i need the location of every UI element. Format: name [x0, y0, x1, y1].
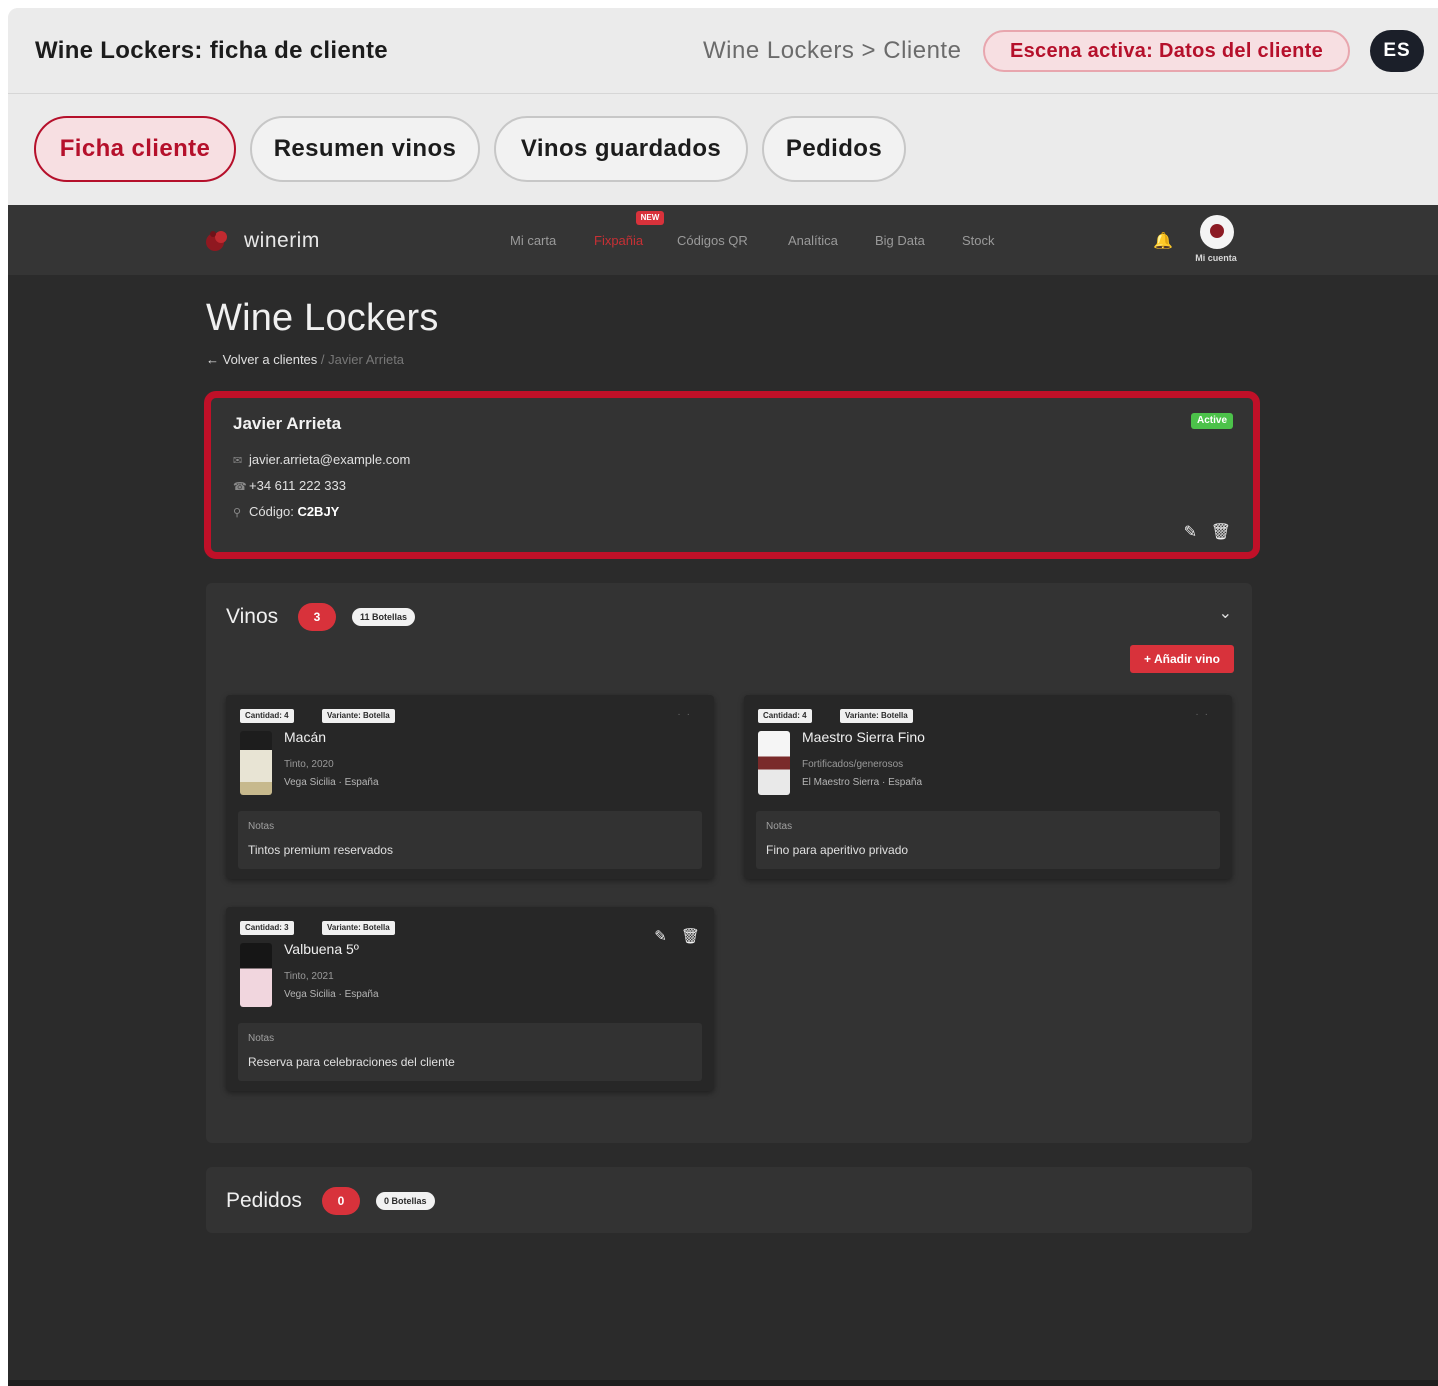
tab-bar: Ficha cliente Resumen vinos Vinos guarda… [8, 95, 1438, 205]
notes-label: Notas [248, 821, 275, 832]
trash-icon[interactable]: 🗑 [1211, 522, 1231, 542]
wine-type: Tinto, 2020 [284, 759, 334, 770]
app-page-title: Wine Lockers [206, 297, 439, 339]
tab-vinos-guardados[interactable]: Vinos guardados [494, 116, 748, 182]
variant-tag: Variante: Botella [322, 709, 395, 723]
client-phone[interactable]: +34 611 222 333 [249, 478, 346, 493]
scene-header: Wine Lockers: ficha de cliente Wine Lock… [8, 8, 1438, 94]
wine-notes: Notas Fino para aperitivo privado [756, 811, 1220, 869]
active-scene-badge: Escena activa: Datos del cliente [983, 30, 1350, 72]
key-icon: ⚲ [233, 507, 242, 519]
trash-icon[interactable]: 🗑 [681, 928, 700, 945]
add-wine-button[interactable]: + Añadir vino [1130, 645, 1234, 673]
winerim-logo-icon [206, 231, 227, 251]
phone-icon: ☎ [233, 481, 247, 493]
variant-tag: Variante: Botella [840, 709, 913, 723]
variant-tag: Variante: Botella [322, 921, 395, 935]
breadcrumb-separator: / [320, 352, 325, 367]
app-screenshot: winerim Mi carta NEW Fixpañia Códigos QR… [8, 205, 1438, 1386]
wine-name: Macán [284, 729, 327, 745]
client-name: Javier Arrieta [233, 414, 342, 433]
orders-count-badge: 0 [322, 1187, 360, 1215]
nav-analitica[interactable]: Analítica [788, 233, 838, 248]
notes-label: Notas [248, 1033, 275, 1044]
wine-name: Maestro Sierra Fino [802, 729, 925, 745]
wine-type: Fortificados/generosos [802, 759, 904, 770]
wines-section-title[interactable]: Vinos [226, 605, 278, 629]
back-to-clients-link[interactable]: Volver a clientes [223, 352, 318, 367]
client-email-row: ✉ javier.arrieta@example.com [233, 452, 410, 467]
orders-section: Pedidos 0 0 Botellas [206, 1167, 1252, 1233]
wines-section: Vinos 3 11 Botellas ⌄ + Añadir vino Cant… [206, 583, 1252, 1143]
wine-bottle-image [758, 731, 790, 795]
account-label[interactable]: Mi cuenta [1186, 253, 1246, 263]
notes-label: Notas [766, 821, 793, 832]
bottom-edge [8, 1380, 1438, 1386]
client-code-row: ⚲ Código: C2BJY [233, 504, 339, 519]
account-avatar[interactable] [1200, 215, 1234, 249]
wine-notes: Notas Reserva para celebraciones del cli… [238, 1023, 702, 1081]
client-code-label: Código: [249, 504, 294, 519]
notes-text: Fino para aperitivo privado [766, 843, 909, 857]
app-logo-text[interactable]: winerim [244, 229, 320, 253]
notes-text: Reserva para celebraciones del cliente [248, 1055, 455, 1069]
wine-bottle-image [240, 943, 272, 1007]
client-email[interactable]: javier.arrieta@example.com [249, 452, 410, 467]
wines-count-badge: 3 [298, 603, 336, 631]
bell-icon[interactable]: 🔔 [1153, 231, 1173, 251]
arrow-left-icon[interactable]: ← [206, 352, 219, 367]
tab-resumen-vinos[interactable]: Resumen vinos [250, 116, 480, 182]
quantity-tag: Cantidad: 4 [240, 709, 294, 723]
wine-bottle-image [240, 731, 272, 795]
nav-fixpania[interactable]: Fixpañia [594, 233, 643, 248]
nav-codigos-qr[interactable]: Códigos QR [677, 233, 748, 248]
more-icon[interactable]: ·· [677, 709, 696, 720]
wines-bottles-badge: 11 Botellas [352, 608, 416, 626]
tab-pedidos[interactable]: Pedidos [762, 116, 906, 182]
nav-mi-carta[interactable]: Mi carta [510, 233, 556, 248]
wine-card[interactable]: Cantidad: 4 Variante: Botella ·· Macán T… [226, 695, 714, 879]
wine-card[interactable]: Cantidad: 3 Variante: Botella ✎ 🗑 Valbue… [226, 907, 714, 1091]
wine-card[interactable]: Cantidad: 4 Variante: Botella ·· Maestro… [744, 695, 1232, 879]
tab-ficha-cliente[interactable]: Ficha cliente [34, 116, 236, 182]
orders-bottles-badge: 0 Botellas [376, 1192, 435, 1210]
back-breadcrumb: ← Volver a clientes / Javier Arrieta [206, 352, 404, 367]
window-frame: Wine Lockers: ficha de cliente Wine Lock… [8, 8, 1438, 1386]
language-button[interactable]: ES [1370, 30, 1424, 72]
client-code: C2BJY [297, 504, 340, 519]
app-navbar: winerim Mi carta NEW Fixpañia Códigos QR… [8, 205, 1438, 275]
pencil-icon[interactable]: ✎ [654, 928, 667, 945]
orders-section-title[interactable]: Pedidos [226, 1189, 302, 1213]
card-actions: ✎ 🗑 [654, 927, 700, 945]
mail-icon: ✉ [233, 455, 243, 467]
wine-origin: Vega Sicilia · España [284, 777, 379, 788]
wine-origin: Vega Sicilia · España [284, 989, 379, 1000]
quantity-tag: Cantidad: 4 [758, 709, 812, 723]
wine-type: Tinto, 2021 [284, 971, 334, 982]
nav-stock[interactable]: Stock [962, 233, 995, 248]
new-badge: NEW [636, 211, 664, 225]
wine-origin: El Maestro Sierra · España [802, 777, 923, 788]
status-badge: Active [1190, 413, 1233, 429]
wine-name: Valbuena 5º [284, 941, 359, 957]
client-phone-row: ☎ +34 611 222 333 [233, 478, 346, 493]
notes-text: Tintos premium reservados [248, 843, 393, 857]
breadcrumb-current: Javier Arrieta [328, 352, 405, 367]
breadcrumb: Wine Lockers > Cliente [703, 37, 962, 64]
chevron-down-icon[interactable]: ⌄ [1219, 603, 1232, 623]
more-icon[interactable]: ·· [1195, 709, 1214, 720]
pencil-icon[interactable]: ✎ [1184, 522, 1197, 542]
wine-notes: Notas Tintos premium reservados [238, 811, 702, 869]
quantity-tag: Cantidad: 3 [240, 921, 294, 935]
page-heading: Wine Lockers: ficha de cliente [35, 37, 388, 64]
client-card: Javier Arrieta Active ✉ javier.arrieta@ex… [204, 391, 1260, 559]
nav-big-data[interactable]: Big Data [875, 233, 925, 248]
